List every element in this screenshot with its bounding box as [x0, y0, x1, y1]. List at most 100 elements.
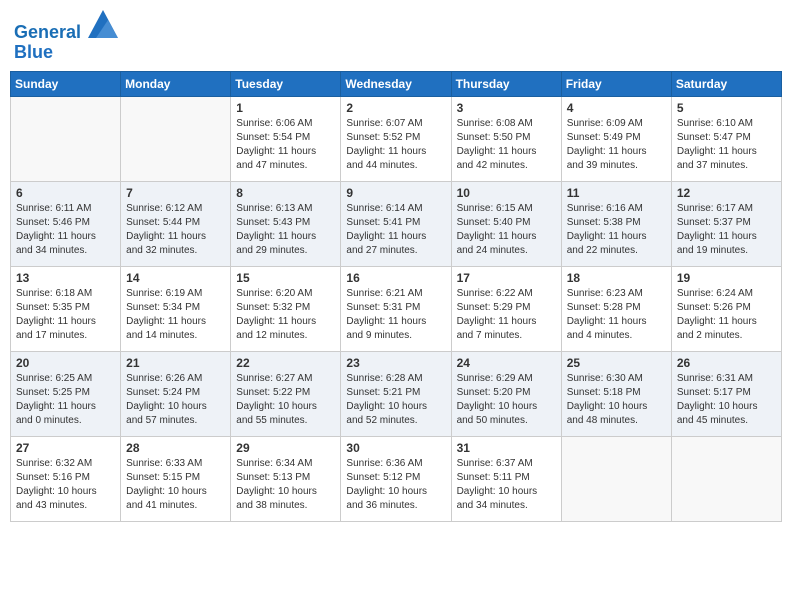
- day-number: 29: [236, 441, 335, 455]
- day-info: Sunrise: 6:15 AM Sunset: 5:40 PM Dayligh…: [457, 202, 556, 258]
- day-cell: 15 Sunrise: 6:20 AM Sunset: 5:32 PM Dayl…: [231, 266, 341, 351]
- day-number: 1: [236, 101, 335, 115]
- week-row-4: 20 Sunrise: 6:25 AM Sunset: 5:25 PM Dayl…: [11, 351, 782, 436]
- day-info: Sunrise: 6:37 AM Sunset: 5:11 PM Dayligh…: [457, 457, 556, 513]
- day-info: Sunrise: 6:27 AM Sunset: 5:22 PM Dayligh…: [236, 372, 335, 428]
- logo-icon: [88, 10, 118, 38]
- day-number: 14: [126, 271, 225, 285]
- day-number: 4: [567, 101, 666, 115]
- day-cell: 19 Sunrise: 6:24 AM Sunset: 5:26 PM Dayl…: [671, 266, 781, 351]
- day-cell: [671, 436, 781, 521]
- day-number: 15: [236, 271, 335, 285]
- day-cell: 9 Sunrise: 6:14 AM Sunset: 5:41 PM Dayli…: [341, 181, 451, 266]
- day-cell: 5 Sunrise: 6:10 AM Sunset: 5:47 PM Dayli…: [671, 96, 781, 181]
- day-info: Sunrise: 6:21 AM Sunset: 5:31 PM Dayligh…: [346, 287, 445, 343]
- logo: General Blue: [14, 10, 118, 63]
- day-number: 19: [677, 271, 776, 285]
- day-info: Sunrise: 6:30 AM Sunset: 5:18 PM Dayligh…: [567, 372, 666, 428]
- col-header-sunday: Sunday: [11, 71, 121, 96]
- day-info: Sunrise: 6:16 AM Sunset: 5:38 PM Dayligh…: [567, 202, 666, 258]
- day-cell: 17 Sunrise: 6:22 AM Sunset: 5:29 PM Dayl…: [451, 266, 561, 351]
- day-number: 7: [126, 186, 225, 200]
- day-cell: 4 Sunrise: 6:09 AM Sunset: 5:49 PM Dayli…: [561, 96, 671, 181]
- day-info: Sunrise: 6:14 AM Sunset: 5:41 PM Dayligh…: [346, 202, 445, 258]
- logo-general: General: [14, 22, 81, 42]
- week-row-1: 1 Sunrise: 6:06 AM Sunset: 5:54 PM Dayli…: [11, 96, 782, 181]
- day-number: 24: [457, 356, 556, 370]
- day-info: Sunrise: 6:28 AM Sunset: 5:21 PM Dayligh…: [346, 372, 445, 428]
- day-info: Sunrise: 6:09 AM Sunset: 5:49 PM Dayligh…: [567, 117, 666, 173]
- day-cell: 12 Sunrise: 6:17 AM Sunset: 5:37 PM Dayl…: [671, 181, 781, 266]
- day-cell: 2 Sunrise: 6:07 AM Sunset: 5:52 PM Dayli…: [341, 96, 451, 181]
- day-info: Sunrise: 6:29 AM Sunset: 5:20 PM Dayligh…: [457, 372, 556, 428]
- col-header-friday: Friday: [561, 71, 671, 96]
- day-cell: 11 Sunrise: 6:16 AM Sunset: 5:38 PM Dayl…: [561, 181, 671, 266]
- day-number: 10: [457, 186, 556, 200]
- day-info: Sunrise: 6:12 AM Sunset: 5:44 PM Dayligh…: [126, 202, 225, 258]
- col-header-saturday: Saturday: [671, 71, 781, 96]
- col-header-monday: Monday: [121, 71, 231, 96]
- day-number: 30: [346, 441, 445, 455]
- logo-text: General: [14, 10, 118, 43]
- day-cell: 20 Sunrise: 6:25 AM Sunset: 5:25 PM Dayl…: [11, 351, 121, 436]
- day-number: 25: [567, 356, 666, 370]
- day-info: Sunrise: 6:07 AM Sunset: 5:52 PM Dayligh…: [346, 117, 445, 173]
- day-number: 27: [16, 441, 115, 455]
- day-number: 17: [457, 271, 556, 285]
- day-cell: 29 Sunrise: 6:34 AM Sunset: 5:13 PM Dayl…: [231, 436, 341, 521]
- day-info: Sunrise: 6:17 AM Sunset: 5:37 PM Dayligh…: [677, 202, 776, 258]
- day-number: 16: [346, 271, 445, 285]
- day-number: 5: [677, 101, 776, 115]
- day-cell: 30 Sunrise: 6:36 AM Sunset: 5:12 PM Dayl…: [341, 436, 451, 521]
- day-number: 22: [236, 356, 335, 370]
- day-info: Sunrise: 6:13 AM Sunset: 5:43 PM Dayligh…: [236, 202, 335, 258]
- day-info: Sunrise: 6:36 AM Sunset: 5:12 PM Dayligh…: [346, 457, 445, 513]
- week-row-3: 13 Sunrise: 6:18 AM Sunset: 5:35 PM Dayl…: [11, 266, 782, 351]
- day-cell: [11, 96, 121, 181]
- day-cell: 23 Sunrise: 6:28 AM Sunset: 5:21 PM Dayl…: [341, 351, 451, 436]
- week-row-2: 6 Sunrise: 6:11 AM Sunset: 5:46 PM Dayli…: [11, 181, 782, 266]
- header-row: SundayMondayTuesdayWednesdayThursdayFrid…: [11, 71, 782, 96]
- day-info: Sunrise: 6:20 AM Sunset: 5:32 PM Dayligh…: [236, 287, 335, 343]
- day-cell: 24 Sunrise: 6:29 AM Sunset: 5:20 PM Dayl…: [451, 351, 561, 436]
- day-cell: 31 Sunrise: 6:37 AM Sunset: 5:11 PM Dayl…: [451, 436, 561, 521]
- page-header: General Blue: [10, 10, 782, 63]
- day-number: 6: [16, 186, 115, 200]
- day-cell: 14 Sunrise: 6:19 AM Sunset: 5:34 PM Dayl…: [121, 266, 231, 351]
- logo-blue: Blue: [14, 43, 118, 63]
- day-info: Sunrise: 6:25 AM Sunset: 5:25 PM Dayligh…: [16, 372, 115, 428]
- day-number: 8: [236, 186, 335, 200]
- day-cell: 18 Sunrise: 6:23 AM Sunset: 5:28 PM Dayl…: [561, 266, 671, 351]
- day-info: Sunrise: 6:33 AM Sunset: 5:15 PM Dayligh…: [126, 457, 225, 513]
- day-cell: 16 Sunrise: 6:21 AM Sunset: 5:31 PM Dayl…: [341, 266, 451, 351]
- day-info: Sunrise: 6:34 AM Sunset: 5:13 PM Dayligh…: [236, 457, 335, 513]
- day-number: 13: [16, 271, 115, 285]
- day-cell: 22 Sunrise: 6:27 AM Sunset: 5:22 PM Dayl…: [231, 351, 341, 436]
- calendar-table: SundayMondayTuesdayWednesdayThursdayFrid…: [10, 71, 782, 522]
- day-cell: 7 Sunrise: 6:12 AM Sunset: 5:44 PM Dayli…: [121, 181, 231, 266]
- day-number: 21: [126, 356, 225, 370]
- day-info: Sunrise: 6:11 AM Sunset: 5:46 PM Dayligh…: [16, 202, 115, 258]
- day-cell: 13 Sunrise: 6:18 AM Sunset: 5:35 PM Dayl…: [11, 266, 121, 351]
- day-cell: 28 Sunrise: 6:33 AM Sunset: 5:15 PM Dayl…: [121, 436, 231, 521]
- day-cell: 27 Sunrise: 6:32 AM Sunset: 5:16 PM Dayl…: [11, 436, 121, 521]
- day-info: Sunrise: 6:18 AM Sunset: 5:35 PM Dayligh…: [16, 287, 115, 343]
- week-row-5: 27 Sunrise: 6:32 AM Sunset: 5:16 PM Dayl…: [11, 436, 782, 521]
- day-number: 23: [346, 356, 445, 370]
- day-info: Sunrise: 6:23 AM Sunset: 5:28 PM Dayligh…: [567, 287, 666, 343]
- day-cell: 3 Sunrise: 6:08 AM Sunset: 5:50 PM Dayli…: [451, 96, 561, 181]
- day-info: Sunrise: 6:10 AM Sunset: 5:47 PM Dayligh…: [677, 117, 776, 173]
- day-info: Sunrise: 6:24 AM Sunset: 5:26 PM Dayligh…: [677, 287, 776, 343]
- day-number: 28: [126, 441, 225, 455]
- day-cell: 6 Sunrise: 6:11 AM Sunset: 5:46 PM Dayli…: [11, 181, 121, 266]
- day-info: Sunrise: 6:32 AM Sunset: 5:16 PM Dayligh…: [16, 457, 115, 513]
- day-cell: 26 Sunrise: 6:31 AM Sunset: 5:17 PM Dayl…: [671, 351, 781, 436]
- day-cell: 25 Sunrise: 6:30 AM Sunset: 5:18 PM Dayl…: [561, 351, 671, 436]
- day-cell: 1 Sunrise: 6:06 AM Sunset: 5:54 PM Dayli…: [231, 96, 341, 181]
- day-number: 3: [457, 101, 556, 115]
- col-header-thursday: Thursday: [451, 71, 561, 96]
- col-header-tuesday: Tuesday: [231, 71, 341, 96]
- day-number: 18: [567, 271, 666, 285]
- day-info: Sunrise: 6:26 AM Sunset: 5:24 PM Dayligh…: [126, 372, 225, 428]
- day-cell: 8 Sunrise: 6:13 AM Sunset: 5:43 PM Dayli…: [231, 181, 341, 266]
